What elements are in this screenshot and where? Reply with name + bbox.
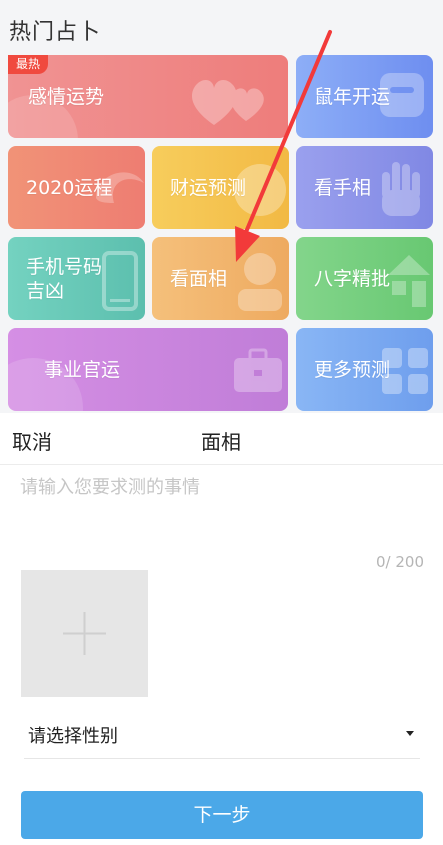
gender-select-value: 请选择性别: [28, 726, 118, 747]
tile-label: 鼠年开运: [314, 86, 391, 108]
tile-label: 更多预测: [314, 359, 391, 381]
cancel-button[interactable]: 取消: [12, 426, 52, 455]
tile-rat-year[interactable]: 鼠年开运: [296, 55, 433, 138]
caret-down-icon: [406, 731, 414, 736]
tile-label: 事业官运: [44, 359, 121, 381]
palm-icon: [382, 162, 420, 216]
tile-wealth-forecast[interactable]: 财运预测: [152, 146, 289, 229]
face-reading-sheet: 取消 面相 0/ 200 请选择性别 下一步: [0, 413, 443, 845]
person-icon: [238, 253, 282, 311]
hot-badge: 最热: [8, 55, 49, 74]
tile-palm-reading[interactable]: 看手相: [296, 146, 433, 229]
tile-label: 八字精批: [314, 268, 391, 290]
tile-label: 看手相: [314, 177, 372, 199]
tile-bazi[interactable]: 八字精批: [296, 237, 433, 320]
photo-upload-button[interactable]: [21, 570, 148, 697]
tile-2020-fortune[interactable]: 2020运程: [8, 146, 145, 229]
hot-divination-section: 热门占卜 感情运势 最热 鼠年开运 2020运程 财运预测 看手相 手机号码 吉…: [0, 0, 443, 413]
tile-love-fortune[interactable]: 感情运势: [8, 55, 288, 138]
tile-label: 看面相: [170, 268, 228, 290]
destiny-char-icon: [388, 255, 430, 307]
sheet-header: 取消 面相: [0, 413, 443, 465]
tile-label: 2020运程: [26, 177, 113, 199]
tile-career[interactable]: 事业官运: [8, 328, 288, 411]
plus-icon: [63, 612, 106, 655]
tile-label: 手机号码 吉凶: [26, 256, 103, 302]
hearts-icon: [191, 79, 264, 125]
briefcase-icon: [234, 348, 282, 392]
section-title: 热门占卜: [9, 20, 102, 45]
tile-label: 感情运势: [28, 86, 105, 108]
sheet-title: 面相: [201, 430, 241, 454]
tile-phone-number[interactable]: 手机号码 吉凶: [8, 237, 145, 320]
question-input[interactable]: [20, 473, 425, 563]
char-counter: 0/ 200: [376, 553, 424, 571]
phone-icon: [102, 251, 138, 311]
tile-label: 财运预测: [170, 177, 247, 199]
tile-more[interactable]: 更多预测: [296, 328, 433, 411]
tile-face-reading[interactable]: 看面相: [152, 237, 289, 320]
next-step-button[interactable]: 下一步: [21, 791, 423, 839]
gender-select[interactable]: 请选择性别: [24, 709, 420, 759]
